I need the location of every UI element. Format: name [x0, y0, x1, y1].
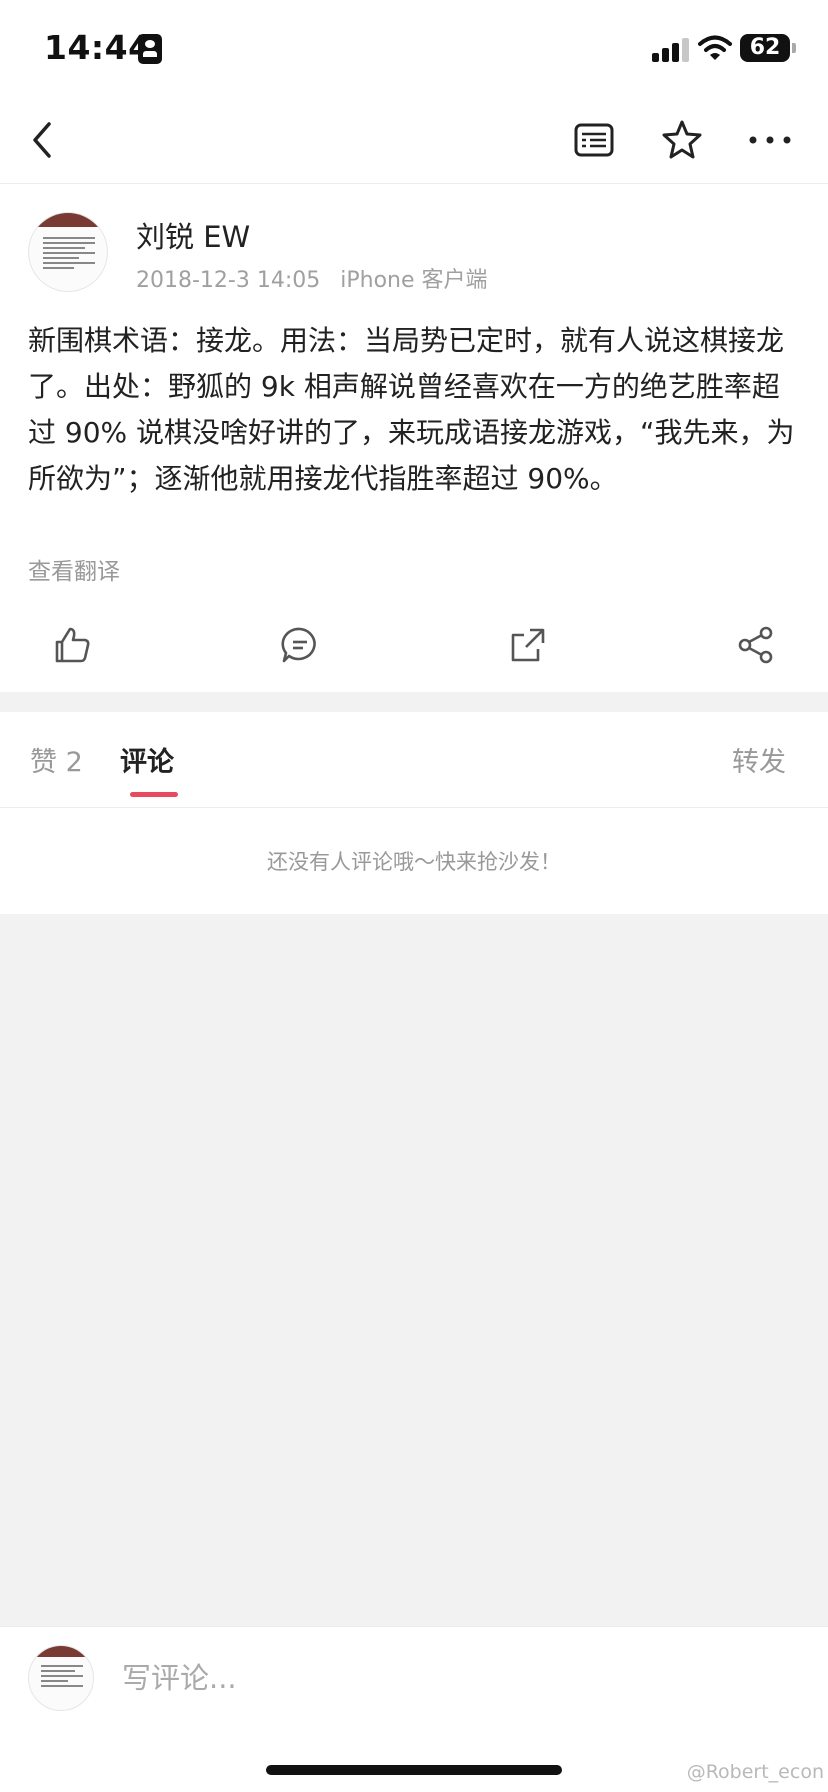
cellular-signal-icon — [652, 38, 692, 62]
post-text: 新围棋术语：接龙。用法：当局势已定时，就有人说这棋接龙了。出处：野狐的 9k 相… — [28, 324, 795, 495]
post-source: iPhone 客户端 — [340, 268, 488, 293]
active-tab-indicator — [130, 792, 178, 797]
tab-reposts[interactable]: 转发 — [732, 740, 786, 779]
post-card: 刘锐 EW 2018-12-3 14:05 iPhone 客户端 新围棋术语：接龙… — [0, 184, 828, 692]
tab-likes[interactable]: 赞 2 — [30, 740, 83, 779]
contact-card-icon — [138, 34, 162, 64]
avatar[interactable] — [28, 212, 108, 292]
star-icon[interactable] — [654, 112, 710, 168]
post-date: 2018-12-3 14:05 — [136, 268, 321, 293]
bottom-comment-bar: @Robert_econ — [0, 1626, 828, 1792]
nav-bar — [0, 96, 828, 184]
watermark: @Robert_econ — [686, 1761, 824, 1783]
like-icon[interactable] — [47, 620, 97, 670]
empty-comments-text: 还没有人评论哦～快来抢沙发！ — [267, 850, 561, 874]
status-time: 14:44 — [44, 28, 152, 67]
tabs-bar: 赞 2 评论 转发 — [0, 712, 828, 808]
wifi-icon — [698, 34, 732, 62]
home-indicator[interactable] — [266, 1765, 562, 1775]
share-icon[interactable] — [731, 620, 781, 670]
comment-icon[interactable] — [275, 620, 325, 670]
tab-comments[interactable]: 评论 — [120, 740, 174, 779]
more-icon[interactable] — [742, 112, 798, 168]
reader-mode-icon[interactable] — [566, 112, 622, 168]
status-bar: 14:44 62 — [0, 0, 828, 96]
repost-icon[interactable] — [503, 620, 553, 670]
author-name[interactable]: 刘锐 EW — [136, 214, 250, 256]
translate-link[interactable]: 查看翻译 — [28, 552, 120, 586]
battery-icon: 62 — [740, 34, 796, 62]
comments-panel: 还没有人评论哦～快来抢沙发！ — [0, 808, 828, 914]
comment-input[interactable] — [122, 1651, 772, 1705]
back-chevron-icon[interactable] — [14, 112, 70, 168]
action-row — [0, 602, 828, 692]
post-meta: 2018-12-3 14:05 iPhone 客户端 — [136, 262, 488, 294]
avatar — [28, 1645, 94, 1711]
